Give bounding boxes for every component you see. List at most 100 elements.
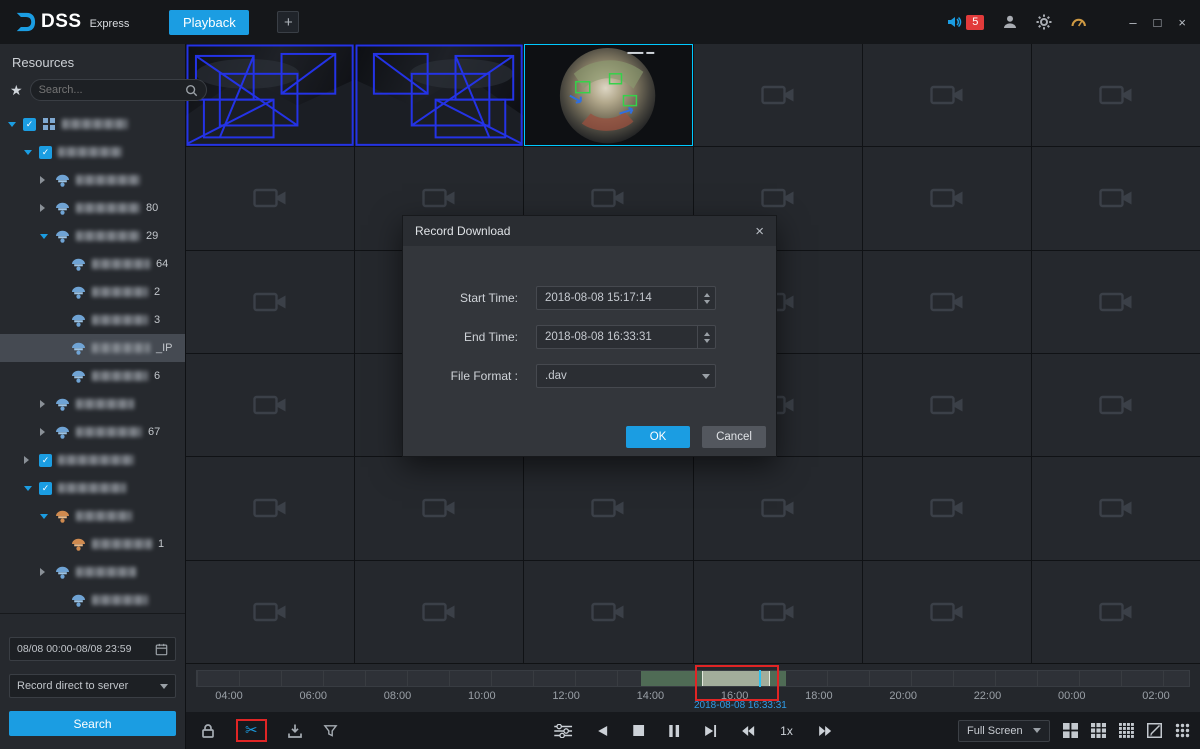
tree-checkbox[interactable]: ✓	[39, 146, 52, 159]
video-tile[interactable]	[863, 251, 1031, 353]
tree-item[interactable]: 67	[0, 418, 185, 446]
cancel-button[interactable]: Cancel	[702, 426, 766, 448]
tree-item[interactable]: 3	[0, 306, 185, 334]
start-time-field[interactable]: 2018-08-08 15:17:14	[536, 286, 716, 310]
favorites-star-icon[interactable]: ★	[10, 83, 23, 97]
tree-item[interactable]: 6	[0, 362, 185, 390]
download-icon[interactable]	[287, 723, 303, 739]
video-tile[interactable]	[355, 457, 523, 559]
tree-item[interactable]: ✓	[0, 474, 185, 502]
speed-up-icon[interactable]	[818, 725, 832, 737]
video-tile[interactable]	[1032, 147, 1200, 249]
tree-checkbox[interactable]: ✓	[39, 482, 52, 495]
video-tile[interactable]	[1032, 457, 1200, 559]
end-time-field[interactable]: 2018-08-08 16:33:31	[536, 325, 716, 349]
video-tile[interactable]	[524, 561, 692, 663]
start-time-spinner[interactable]	[697, 287, 715, 309]
speed-down-icon[interactable]	[741, 725, 755, 737]
device-tree[interactable]: ✓✓80296423_IP667✓✓1	[0, 110, 185, 614]
record-position-select[interactable]: Record direct to server	[9, 674, 176, 698]
video-tile[interactable]	[863, 561, 1031, 663]
collapse-arrow-icon[interactable]	[40, 428, 45, 436]
clip-scissors-icon[interactable]: ✂	[245, 723, 258, 738]
playback-settings-icon[interactable]	[554, 724, 572, 738]
video-tile[interactable]	[1032, 251, 1200, 353]
video-tile[interactable]	[863, 354, 1031, 456]
expand-arrow-icon[interactable]	[24, 150, 32, 155]
tree-item[interactable]: 29	[0, 222, 185, 250]
expand-arrow-icon[interactable]	[40, 514, 48, 519]
collapse-arrow-icon[interactable]	[40, 176, 45, 184]
next-frame-icon[interactable]	[704, 725, 716, 737]
alarm-count-badge[interactable]: 5	[966, 15, 984, 30]
more-layouts-icon[interactable]	[1175, 723, 1190, 738]
lock-timeline-icon[interactable]	[200, 723, 216, 739]
timeline[interactable]: 04:0006:0008:0010:0012:0014:0016:0018:00…	[186, 663, 1200, 712]
video-tile[interactable]	[1032, 44, 1200, 146]
tree-item[interactable]	[0, 390, 185, 418]
expand-arrow-icon[interactable]	[40, 234, 48, 239]
timeline-bar[interactable]	[196, 670, 1190, 687]
tree-checkbox[interactable]: ✓	[39, 454, 52, 467]
layout-custom-icon[interactable]	[1147, 723, 1162, 738]
video-tile[interactable]	[1032, 561, 1200, 663]
video-tile[interactable]	[694, 44, 862, 146]
collapse-arrow-icon[interactable]	[24, 456, 29, 464]
close-button[interactable]: ×	[1178, 15, 1186, 30]
add-tab-button[interactable]: +	[277, 11, 299, 33]
collapse-arrow-icon[interactable]	[40, 568, 45, 576]
video-tile[interactable]	[863, 457, 1031, 559]
tree-item[interactable]: _IP	[0, 334, 185, 362]
dialog-close-icon[interactable]: ×	[755, 223, 764, 240]
tree-item[interactable]	[0, 502, 185, 530]
collapse-arrow-icon[interactable]	[40, 400, 45, 408]
search-button[interactable]: Search	[9, 711, 176, 736]
tree-checkbox[interactable]: ✓	[23, 118, 36, 131]
alarm-sound-icon[interactable]	[946, 14, 962, 30]
fullscreen-select[interactable]: Full Screen	[958, 720, 1050, 742]
minimize-button[interactable]: –	[1129, 15, 1136, 30]
pause-icon[interactable]	[669, 725, 679, 737]
playhead[interactable]	[759, 670, 761, 687]
dialog-titlebar[interactable]: Record Download ×	[403, 216, 776, 246]
tree-item[interactable]	[0, 586, 185, 614]
tree-item[interactable]	[0, 166, 185, 194]
collapse-arrow-icon[interactable]	[40, 204, 45, 212]
video-tile[interactable]	[863, 147, 1031, 249]
tree-item[interactable]: ✓	[0, 446, 185, 474]
ok-button[interactable]: OK	[626, 426, 690, 448]
video-tile[interactable]	[186, 147, 354, 249]
video-tile[interactable]	[524, 457, 692, 559]
video-tile[interactable]	[863, 44, 1031, 146]
tree-item[interactable]: ✓	[0, 110, 185, 138]
filter-icon[interactable]	[323, 723, 338, 738]
tree-item[interactable]: 64	[0, 250, 185, 278]
settings-gear-icon[interactable]	[1036, 14, 1052, 30]
layout-2x2-icon[interactable]	[1063, 723, 1078, 738]
maximize-button[interactable]: □	[1154, 15, 1162, 30]
video-tile[interactable]	[694, 561, 862, 663]
end-time-spinner[interactable]	[697, 326, 715, 348]
tree-item[interactable]	[0, 558, 185, 586]
stop-icon[interactable]	[633, 725, 644, 736]
file-format-select[interactable]: .dav	[536, 364, 716, 388]
video-tile[interactable]	[355, 44, 523, 146]
video-tile[interactable]	[186, 457, 354, 559]
layout-4x4-icon[interactable]	[1119, 723, 1134, 738]
user-icon[interactable]	[1002, 14, 1018, 30]
tree-item[interactable]: 1	[0, 530, 185, 558]
expand-arrow-icon[interactable]	[8, 122, 16, 127]
video-tile[interactable]	[355, 561, 523, 663]
tree-item[interactable]: ✓	[0, 138, 185, 166]
video-tile[interactable]	[524, 44, 692, 146]
video-tile[interactable]	[186, 561, 354, 663]
search-input[interactable]	[39, 84, 181, 96]
performance-gauge-icon[interactable]	[1070, 14, 1087, 30]
video-tile[interactable]	[186, 251, 354, 353]
date-range-picker[interactable]: 08/08 00:00-08/08 23:59	[9, 637, 176, 661]
expand-arrow-icon[interactable]	[24, 486, 32, 491]
video-tile[interactable]	[694, 457, 862, 559]
video-tile[interactable]	[186, 354, 354, 456]
tree-item[interactable]: 2	[0, 278, 185, 306]
video-tile[interactable]	[1032, 354, 1200, 456]
